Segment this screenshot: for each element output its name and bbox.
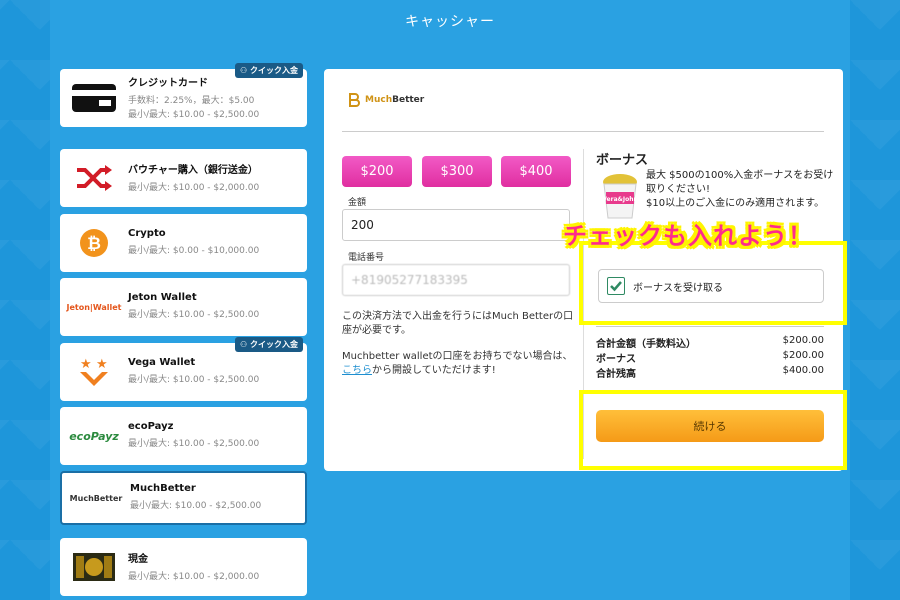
- method-limits: 最小/最大: $10.00 - $2,500.00: [128, 439, 260, 449]
- svg-text:₿: ₿: [87, 234, 101, 254]
- account-required-note: この決済方法で入出金を行うにはMuch Betterの口座が必要です。: [342, 311, 574, 336]
- cashier-modal: キャッシャー ⚇ クイック入金 クレジットカード 手数料：2.25%，最大：$5…: [50, 0, 850, 600]
- summary-row: 合計金額（手数料込） $200.00: [596, 335, 824, 350]
- method-ecopayz[interactable]: ecoPayz ecoPayz 最小/最大: $10.00 - $2,500.0…: [60, 407, 307, 465]
- muchbetter-logo: MuchBetter: [348, 93, 424, 107]
- vega-wallet-logo: ★ ★: [60, 356, 128, 388]
- method-limits: 最小/最大: $10.00 - $2,000.00: [128, 183, 260, 193]
- method-crypto[interactable]: ₿ Crypto 最小/最大: $0.00 - $10,000.00: [60, 214, 307, 272]
- method-fee: 手数料：2.25%，最大：$5.00: [128, 96, 255, 106]
- method-limits: 最小/最大: $10.00 - $2,000.00: [128, 572, 260, 582]
- signup-link[interactable]: こちら: [342, 365, 372, 376]
- ecopayz-logo: ecoPayz: [69, 429, 119, 443]
- signup-note: Muchbetter walletの口座をお持ちでない場合は、こちらから開設して…: [342, 351, 573, 376]
- bonus-cup-image: Vera&John: [600, 172, 640, 220]
- method-name: Vega Wallet: [128, 357, 196, 368]
- phone-label: 電話番号: [348, 253, 385, 263]
- svg-text:★: ★: [80, 357, 92, 372]
- summary-row: ボーナス $200.00: [596, 350, 824, 365]
- continue-highlight-box: [579, 390, 847, 470]
- method-name: Crypto: [128, 228, 166, 239]
- amount-300-button[interactable]: $300: [422, 156, 492, 187]
- jeton-wallet-logo: Jeton|Wallet: [66, 302, 122, 312]
- method-limits: 最小/最大: $10.00 - $2,500.00: [130, 501, 262, 511]
- method-limits: 最小/最大: $10.00 - $2,500.00: [128, 310, 260, 320]
- amount-label: 金額: [348, 198, 367, 208]
- method-muchbetter[interactable]: MuchBetter MuchBetter 最小/最大: $10.00 - $2…: [60, 471, 307, 525]
- modal-title: キャッシャー: [405, 14, 495, 30]
- method-name: 現金: [128, 554, 148, 565]
- method-name: バウチャー購入（銀行送金）: [128, 165, 258, 176]
- bonus-title: ボーナス: [596, 153, 649, 168]
- method-name: Jeton Wallet: [128, 292, 197, 303]
- muchbetter-logo: MuchBetter: [69, 493, 123, 503]
- checkbox-highlight-box: [579, 241, 847, 325]
- quick-deposit-badge: ⚇ クイック入金: [235, 63, 303, 78]
- method-jeton-wallet[interactable]: Jeton|Wallet Jeton Wallet 最小/最大: $10.00 …: [60, 278, 307, 336]
- annotation-callout: チェックも入れよう！: [563, 222, 813, 250]
- method-limits: 最小/最大: $10.00 - $2,500.00: [128, 110, 260, 120]
- quick-deposit-badge: ⚇ クイック入金: [235, 337, 303, 352]
- method-limits: 最小/最大: $10.00 - $2,500.00: [128, 375, 260, 385]
- cash-icon: [60, 552, 128, 582]
- phone-input[interactable]: +81905277183395: [342, 264, 570, 296]
- method-name: MuchBetter: [130, 483, 196, 494]
- method-vega-wallet[interactable]: ⚇ クイック入金 ★ ★ Vega Wallet 最小/最大: $10.00 - …: [60, 337, 307, 401]
- method-voucher[interactable]: バウチャー購入（銀行送金） 最小/最大: $10.00 - $2,000.00: [60, 149, 307, 207]
- summary-row: 合計残高 $400.00: [596, 365, 824, 380]
- panel-divider: [342, 131, 824, 132]
- svg-text:★: ★: [96, 357, 108, 372]
- amount-400-button[interactable]: $400: [501, 156, 571, 187]
- bitcoin-icon: ₿: [60, 228, 128, 258]
- summary-divider: [596, 326, 824, 327]
- amount-input[interactable]: 200: [342, 209, 570, 241]
- method-cash[interactable]: 現金 最小/最大: $10.00 - $2,000.00: [60, 538, 307, 596]
- bonus-description: 最大 $500の100%入金ボーナスをお受け取りください! $10以上のご入金に…: [646, 170, 834, 209]
- method-limits: 最小/最大: $0.00 - $10,000.00: [128, 246, 260, 256]
- method-credit-card[interactable]: ⚇ クイック入金 クレジットカード 手数料：2.25%，最大：$5.00 最小/…: [60, 63, 307, 127]
- credit-card-icon: [60, 83, 128, 113]
- method-name: ecoPayz: [128, 421, 174, 432]
- amount-200-button[interactable]: $200: [342, 156, 412, 187]
- svg-text:Vera&John: Vera&John: [602, 196, 638, 203]
- shuffle-icon: [60, 163, 128, 193]
